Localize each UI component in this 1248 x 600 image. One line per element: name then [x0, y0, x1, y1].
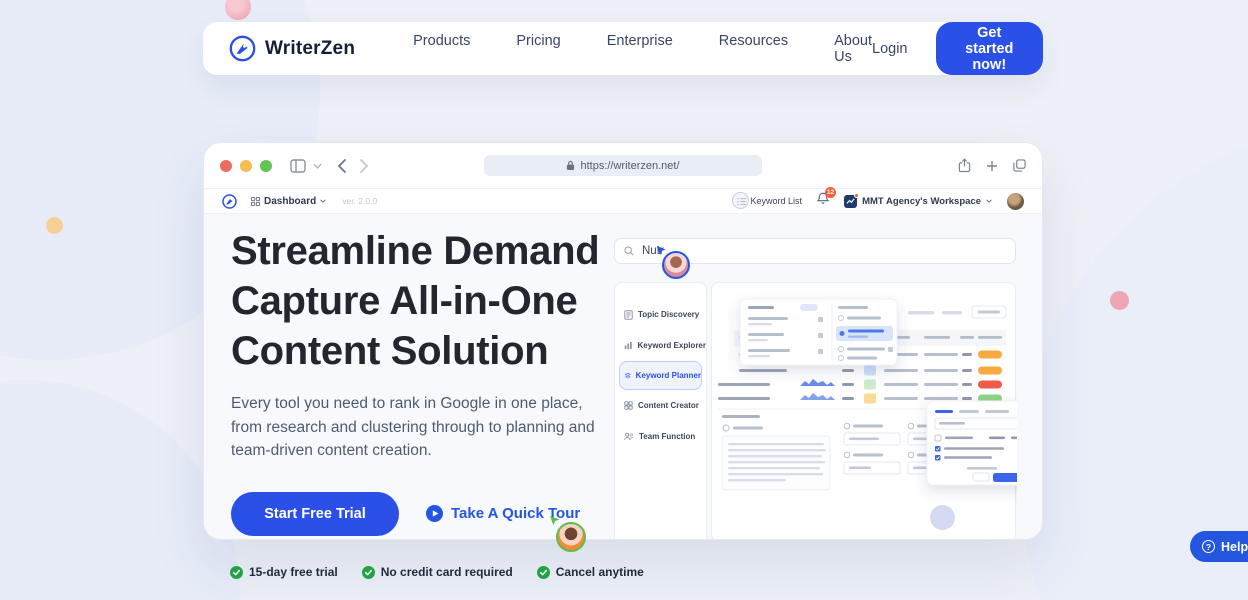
topic-discovery-icon	[624, 310, 633, 320]
back-icon[interactable]	[338, 159, 346, 173]
chevron-down-icon	[320, 199, 326, 203]
bullet-no-card: No credit card required	[362, 565, 513, 579]
background-blob	[1020, 120, 1248, 600]
decor-circle-lavender	[930, 505, 955, 530]
sidebar-item-topic-discovery[interactable]: Topic Discovery	[615, 299, 706, 330]
minimize-window-icon[interactable]	[240, 160, 252, 172]
start-free-trial-button[interactable]: Start Free Trial	[231, 492, 399, 536]
brand-logo[interactable]: WriterZen	[229, 35, 355, 62]
dashboard-menu[interactable]: Dashboard	[251, 196, 326, 207]
notifications-button[interactable]: 12	[817, 192, 829, 210]
lock-icon	[566, 160, 575, 171]
bullet-free-trial: 15-day free trial	[230, 565, 338, 579]
content-creator-icon	[624, 401, 633, 410]
check-icon	[537, 566, 550, 579]
sidebar-item-keyword-explorer[interactable]: Keyword Explorer	[615, 330, 706, 361]
search-icon	[624, 246, 634, 256]
nav-link-about-us[interactable]: About Us	[834, 33, 872, 65]
play-icon	[426, 505, 443, 522]
traffic-lights	[220, 160, 272, 172]
decor-circle-yellow	[46, 217, 63, 234]
tab-overview-icon[interactable]	[1013, 159, 1026, 172]
writerzen-mini-logo-icon	[222, 194, 237, 209]
question-icon: ?	[1202, 540, 1215, 553]
url-text: https://writerzen.net/	[580, 160, 679, 172]
forward-icon[interactable]	[360, 159, 368, 173]
cursor-arrow-icon	[656, 245, 667, 256]
check-icon	[362, 566, 375, 579]
nav-link-products[interactable]: Products	[413, 33, 470, 65]
help-label: Help	[1221, 540, 1248, 554]
workspace-label: MMT Agency's Workspace	[862, 196, 981, 207]
chevron-down-icon	[986, 199, 992, 203]
page-title: Streamline Demand Capture All-in-One Con…	[231, 226, 611, 376]
bullet-cancel: Cancel anytime	[537, 565, 644, 579]
nav-link-pricing[interactable]: Pricing	[516, 33, 560, 65]
keyword-list-label: Keyword List	[751, 196, 803, 206]
nav-right: Login Get started now!	[872, 22, 1043, 75]
sidebar-item-team-function[interactable]: Team Function	[615, 421, 706, 452]
workspace-icon	[844, 195, 857, 208]
keyword-explorer-icon	[624, 341, 633, 350]
get-started-button[interactable]: Get started now!	[936, 22, 1044, 75]
help-button[interactable]: ? Help	[1190, 531, 1248, 562]
grid-icon	[251, 197, 260, 206]
app-header: Dashboard ver. 2.0.0 Keyword List	[204, 189, 1042, 214]
hero-description: Every tool you need to rank in Google in…	[231, 392, 606, 463]
collab-cursor-tour	[549, 515, 586, 552]
keyword-list-button[interactable]: Keyword List	[737, 196, 803, 206]
sidebar-item-keyword-planner[interactable]: Keyword Planner	[619, 361, 702, 390]
chevron-down-icon[interactable]	[313, 163, 322, 169]
team-function-icon	[624, 432, 634, 441]
app-content: Streamline Demand Capture All-in-One Con…	[204, 214, 1042, 540]
nav-link-resources[interactable]: Resources	[719, 33, 788, 65]
browser-window: https://writerzen.net/	[203, 142, 1043, 540]
workspace-status-dot	[854, 193, 859, 198]
collab-cursor-search	[656, 245, 690, 279]
app-version: ver. 2.0.0	[342, 196, 377, 206]
keyword-planner-preview	[711, 282, 1016, 540]
user-avatar[interactable]	[1007, 193, 1024, 210]
writerzen-logo-icon	[229, 35, 256, 62]
close-window-icon[interactable]	[220, 160, 232, 172]
top-navigation: WriterZen Products Pricing Enterprise Re…	[203, 22, 1043, 75]
trial-bullets: 15-day free trial No credit card require…	[230, 565, 644, 579]
keyword-planner-screenshot	[712, 283, 1017, 540]
nav-links: Products Pricing Enterprise Resources Ab…	[413, 33, 872, 65]
workspace-switcher[interactable]: MMT Agency's Workspace	[844, 195, 992, 208]
maximize-window-icon[interactable]	[260, 160, 272, 172]
page: WriterZen Products Pricing Enterprise Re…	[0, 0, 1248, 600]
hero-section: Streamline Demand Capture All-in-One Con…	[231, 226, 611, 536]
sidebar-item-content-creator[interactable]: Content Creator	[615, 390, 706, 421]
brand-name: WriterZen	[265, 38, 355, 60]
address-bar[interactable]: https://writerzen.net/	[484, 155, 762, 176]
search-input[interactable]	[640, 244, 1006, 258]
new-tab-icon[interactable]	[986, 160, 998, 172]
cursor-halo	[732, 192, 749, 209]
sidebar-toggle-icon[interactable]	[290, 159, 306, 173]
cursor-arrow-icon	[549, 515, 561, 527]
decor-circle-pink	[1110, 291, 1129, 310]
check-icon	[230, 566, 243, 579]
notification-badge: 12	[825, 187, 836, 198]
share-icon[interactable]	[958, 158, 971, 173]
dashboard-menu-label: Dashboard	[264, 196, 316, 207]
login-link[interactable]: Login	[872, 41, 907, 57]
dashboard-sidebar: Topic Discovery Keyword Explorer	[614, 282, 707, 540]
nav-link-enterprise[interactable]: Enterprise	[607, 33, 673, 65]
keyword-planner-icon	[625, 371, 631, 380]
browser-toolbar: https://writerzen.net/	[204, 143, 1042, 189]
